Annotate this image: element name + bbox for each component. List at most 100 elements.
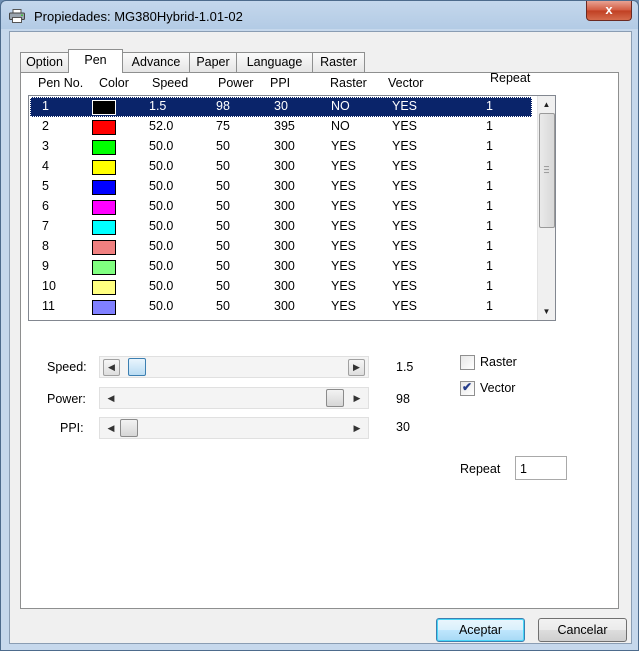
close-button[interactable]: x <box>586 1 632 21</box>
pen-repeat-cell: 1 <box>486 139 493 153</box>
speed-slider-thumb[interactable] <box>128 358 147 376</box>
pen-ppi-cell: 300 <box>274 159 295 173</box>
pen-power-cell: 50 <box>216 239 230 253</box>
pen-color-swatch <box>92 220 116 235</box>
pen-row[interactable]: 1 1.5 98 30 NO YES 1 <box>30 97 532 117</box>
pen-speed-cell: 50.0 <box>149 279 174 293</box>
pen-ppi-cell: 300 <box>274 179 295 193</box>
cancel-button[interactable]: Cancelar <box>538 618 627 642</box>
pen-list-header: Pen No. Color Speed Power PPI Raster Vec… <box>28 71 548 94</box>
tab-raster[interactable]: Raster <box>312 52 365 72</box>
pen-ppi-cell: 30 <box>274 99 288 113</box>
power-label: Power: <box>47 392 86 406</box>
raster-checkbox[interactable] <box>460 355 475 370</box>
pen-color-swatch <box>92 240 116 255</box>
pen-row[interactable]: 7 50.0 50 300 YES YES 1 <box>30 217 532 237</box>
column-speed: Speed <box>152 76 189 90</box>
pen-pen-number-cell: 2 <box>42 119 49 133</box>
pen-list-scrollbar[interactable]: ▲ ─ ─ ─ ▼ <box>537 96 555 320</box>
pen-power-cell: 50 <box>216 299 230 313</box>
pen-ppi-cell: 300 <box>274 139 295 153</box>
pen-ppi-cell: 300 <box>274 219 295 233</box>
pen-vector-cell: YES <box>392 239 418 253</box>
pen-pen-number-cell: 6 <box>42 199 49 213</box>
speed-label: Speed: <box>47 360 87 374</box>
pen-ppi-cell: 300 <box>274 239 295 253</box>
power-right-arrow-icon[interactable]: ▶ <box>349 388 365 408</box>
pen-row[interactable]: 5 50.0 50 300 YES YES 1 <box>30 177 532 197</box>
pen-ppi-cell: 300 <box>274 199 295 213</box>
pen-speed-cell: 50.0 <box>149 159 174 173</box>
pen-list[interactable]: 1 1.5 98 30 NO YES 1 2 52.0 75 395 NO YES 1 3 50.0 50 300… <box>28 95 556 321</box>
pen-repeat-cell: 1 <box>486 179 493 193</box>
power-slider-thumb[interactable] <box>325 389 344 407</box>
pen-power-cell: 50 <box>216 199 230 213</box>
pen-color-swatch <box>92 200 116 215</box>
pen-color-swatch <box>92 180 116 195</box>
scroll-up-arrow-icon[interactable]: ▲ <box>538 96 555 113</box>
tab-paper[interactable]: Paper <box>189 52 237 72</box>
pen-speed-cell: 50.0 <box>149 139 174 153</box>
pen-pen-number-cell: 4 <box>42 159 49 173</box>
accept-button[interactable]: Aceptar <box>436 618 525 642</box>
repeat-input[interactable]: 1 <box>515 456 567 480</box>
pen-vector-cell: YES <box>392 119 418 133</box>
power-left-arrow-icon[interactable]: ◀ <box>103 388 119 408</box>
vector-checkbox[interactable]: ✔ <box>460 380 475 396</box>
tab-language[interactable]: Language <box>236 52 313 72</box>
pen-speed-cell: 50.0 <box>149 259 174 273</box>
power-value: 98 <box>396 392 410 406</box>
pen-power-cell: 50 <box>216 139 230 153</box>
pen-row[interactable]: 10 50.0 50 300 YES YES 1 <box>30 277 532 297</box>
pen-row[interactable]: 2 52.0 75 395 NO YES 1 <box>30 117 532 137</box>
tab-option[interactable]: Option <box>20 52 69 72</box>
pen-raster-cell: YES <box>331 179 357 193</box>
pen-power-cell: 50 <box>216 279 230 293</box>
pen-raster-cell: YES <box>331 159 357 173</box>
power-slider[interactable]: ◀ ▶ <box>99 387 369 409</box>
vector-checkbox-label[interactable]: Vector <box>480 381 515 395</box>
pen-speed-cell: 1.5 <box>149 99 167 113</box>
column-raster: Raster <box>330 76 367 90</box>
pen-row[interactable]: 9 50.0 50 300 YES YES 1 <box>30 257 532 277</box>
ppi-left-arrow-icon[interactable]: ◀ <box>103 418 119 438</box>
pen-vector-cell: YES <box>392 299 418 313</box>
speed-right-arrow-icon[interactable]: ▶ <box>348 359 365 376</box>
pen-speed-cell: 50.0 <box>149 179 174 193</box>
scroll-down-arrow-icon[interactable]: ▼ <box>538 303 555 320</box>
pen-pen-number-cell: 7 <box>42 219 49 233</box>
pen-color-swatch <box>92 120 116 135</box>
pen-vector-cell: YES <box>392 159 418 173</box>
pen-row[interactable]: 6 50.0 50 300 YES YES 1 <box>30 197 532 217</box>
pen-row[interactable]: 4 50.0 50 300 YES YES 1 <box>30 157 532 177</box>
pen-speed-cell: 52.0 <box>149 119 174 133</box>
pen-pen-number-cell: 9 <box>42 259 49 273</box>
title-bar[interactable]: Propiedades: MG380Hybrid-1.01-02 x <box>1 1 638 31</box>
pen-color-swatch <box>92 300 116 315</box>
pen-row[interactable]: 11 50.0 50 300 YES YES 1 <box>30 297 532 317</box>
pen-raster-cell: YES <box>331 239 357 253</box>
pen-power-cell: 50 <box>216 159 230 173</box>
tab-pen[interactable]: Pen <box>68 49 123 73</box>
ppi-slider-thumb[interactable] <box>120 419 138 437</box>
pen-repeat-cell: 1 <box>486 279 493 293</box>
pen-row[interactable]: 3 50.0 50 300 YES YES 1 <box>30 137 532 157</box>
window-title: Propiedades: MG380Hybrid-1.01-02 <box>34 9 243 24</box>
pen-speed-cell: 50.0 <box>149 239 174 253</box>
pen-pen-number-cell: 10 <box>42 279 56 293</box>
pen-speed-cell: 50.0 <box>149 199 174 213</box>
scroll-thumb[interactable]: ─ ─ ─ <box>539 113 555 228</box>
pen-row[interactable]: 8 50.0 50 300 YES YES 1 <box>30 237 532 257</box>
tab-advance[interactable]: Advance <box>122 52 190 72</box>
pen-power-cell: 50 <box>216 219 230 233</box>
ppi-slider[interactable]: ◀ ▶ <box>99 417 369 439</box>
speed-slider[interactable]: ◀ ▶ <box>99 356 369 378</box>
pen-repeat-cell: 1 <box>486 199 493 213</box>
speed-left-arrow-icon[interactable]: ◀ <box>103 359 120 376</box>
pen-vector-cell: YES <box>392 139 418 153</box>
pen-pen-number-cell: 11 <box>42 299 55 313</box>
pen-raster-cell: YES <box>331 199 357 213</box>
pen-vector-cell: YES <box>392 179 418 193</box>
raster-checkbox-label[interactable]: Raster <box>480 355 517 369</box>
ppi-right-arrow-icon[interactable]: ▶ <box>349 418 365 438</box>
